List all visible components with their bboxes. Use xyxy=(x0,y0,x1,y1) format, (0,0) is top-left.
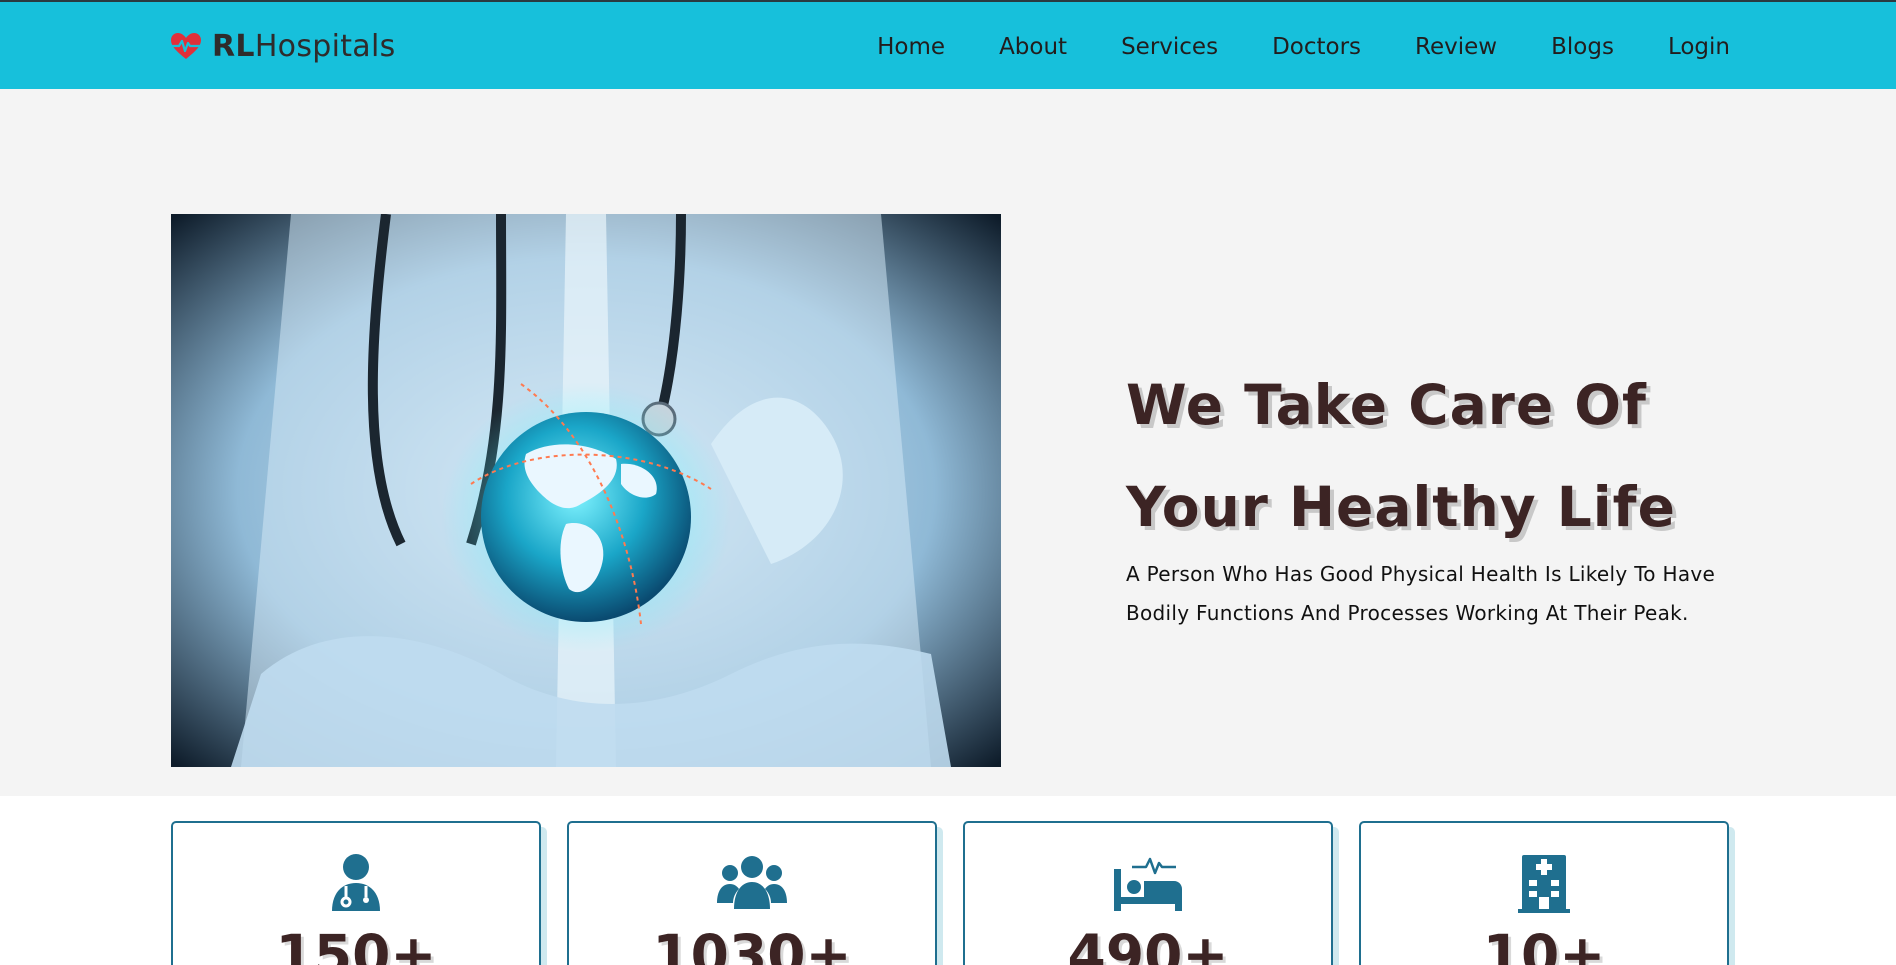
stat-value-doctors: 150+ xyxy=(275,923,437,965)
stat-card-beds: 490+ xyxy=(963,821,1333,965)
nav-review[interactable]: Review xyxy=(1415,30,1497,64)
hero-title-line-1: We Take Care Of xyxy=(1126,373,1647,437)
stat-card-doctors: 150+ xyxy=(171,821,541,965)
nav-blogs[interactable]: Blogs xyxy=(1551,30,1614,64)
stat-value-beds: 490+ xyxy=(1067,923,1229,965)
hero-description: A Person Who Has Good Physical Health Is… xyxy=(1126,562,1716,625)
navbar: RLHospitals Home About Services Doctors … xyxy=(0,0,1896,89)
doctor-icon xyxy=(320,853,392,913)
hero-title-line-2: Your Healthy Life xyxy=(1126,475,1676,539)
brand-name: RLHospitals xyxy=(212,28,396,64)
hero-section: We Take Care Of Your Healthy Life A Pers… xyxy=(0,89,1896,796)
stats-section: 150+ 1030+ 490+ 10+ xyxy=(171,821,1731,965)
nav-services[interactable]: Services xyxy=(1121,30,1218,64)
nav-login[interactable]: Login xyxy=(1668,30,1730,64)
users-icon xyxy=(716,853,788,913)
logo[interactable]: RLHospitals xyxy=(170,28,396,64)
hero-title: We Take Care Of Your Healthy Life xyxy=(1126,354,1746,558)
hero-image xyxy=(171,214,1001,767)
stat-card-hospitals: 10+ xyxy=(1359,821,1729,965)
stat-value-hospitals: 10+ xyxy=(1482,923,1606,965)
hospital-building-icon xyxy=(1508,853,1580,913)
nav-menu: Home About Services Doctors Review Blogs… xyxy=(823,30,1730,64)
nav-about[interactable]: About xyxy=(999,30,1067,64)
stat-value-patients: 1030+ xyxy=(652,923,852,965)
nav-home[interactable]: Home xyxy=(877,30,945,64)
stat-card-patients: 1030+ xyxy=(567,821,937,965)
hospital-bed-icon xyxy=(1112,853,1184,913)
nav-doctors[interactable]: Doctors xyxy=(1272,30,1361,64)
heartbeat-icon xyxy=(171,33,201,59)
